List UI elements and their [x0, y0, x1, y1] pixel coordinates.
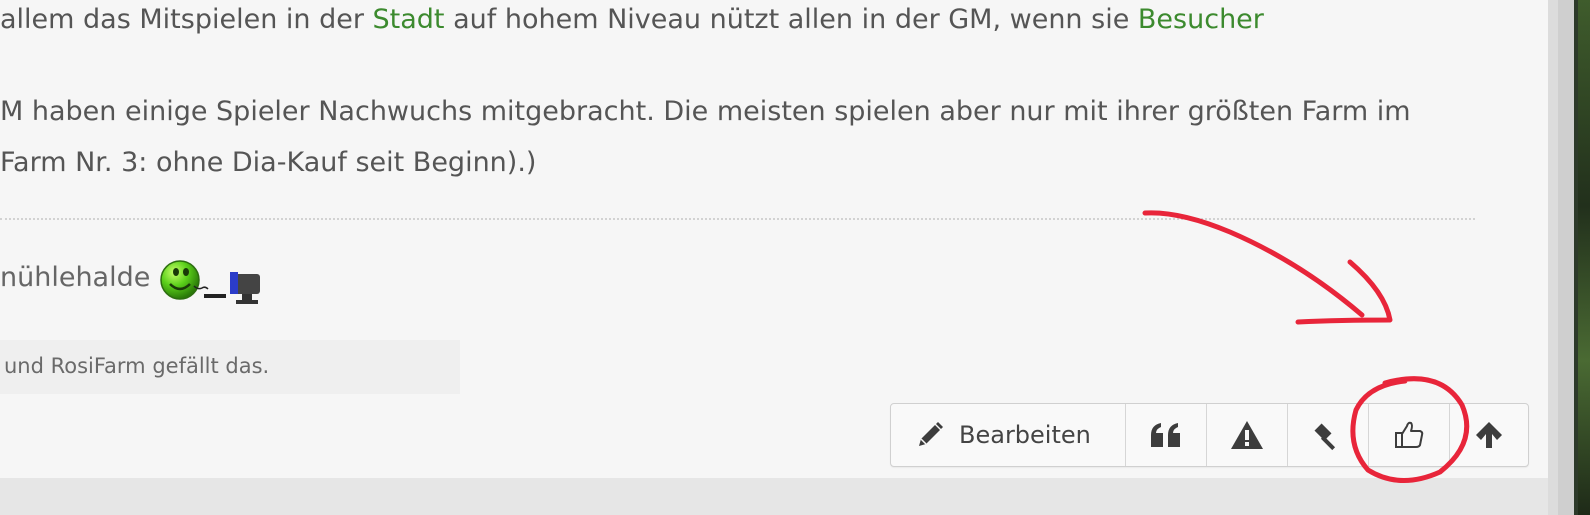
moderate-button[interactable] [1288, 404, 1369, 466]
link-stadt[interactable]: Stadt [373, 4, 445, 35]
post-text-line-3: Farm Nr. 3: ohne Dia-Kauf seit Beginn).) [0, 147, 537, 178]
quote-icon [1151, 423, 1180, 447]
window-edge [1548, 0, 1590, 515]
signature-divider [0, 218, 1475, 220]
scroll-top-button[interactable] [1450, 404, 1528, 466]
post-action-toolbar: Bearbeiten [890, 403, 1529, 467]
post-container: allem das Mitspielen in der Stadt auf ho… [0, 0, 1548, 478]
report-button[interactable] [1207, 404, 1288, 466]
post-text-segment: allem das Mitspielen in der [0, 4, 373, 35]
like-button[interactable] [1369, 404, 1450, 466]
post-text-segment: auf hohem Niveau nützt allen in der GM, … [444, 4, 1138, 35]
background-edge [1578, 0, 1590, 515]
scroll-top-arrow-icon [1476, 422, 1502, 448]
report-warning-icon [1231, 421, 1263, 449]
pencil-icon [919, 422, 943, 446]
link-besucher[interactable]: Besucher [1138, 4, 1264, 35]
post-text-line-1: allem das Mitspielen in der Stadt auf ho… [0, 4, 1264, 35]
post-text-line-2: M haben einige Spieler Nachwuchs mitgebr… [0, 96, 1411, 127]
signature-text: nühlehalde [0, 262, 151, 293]
edit-button-label: Bearbeiten [959, 421, 1091, 449]
likes-text: und RosiFarm gefällt das. [4, 354, 270, 378]
likes-summary: und RosiFarm gefällt das. [0, 340, 460, 394]
like-thumbs-up-icon [1395, 421, 1424, 448]
moderate-gavel-icon [1314, 423, 1336, 451]
edit-button[interactable]: Bearbeiten [891, 404, 1126, 466]
computer-smiley-icon [160, 260, 260, 304]
quote-button[interactable] [1126, 404, 1207, 466]
